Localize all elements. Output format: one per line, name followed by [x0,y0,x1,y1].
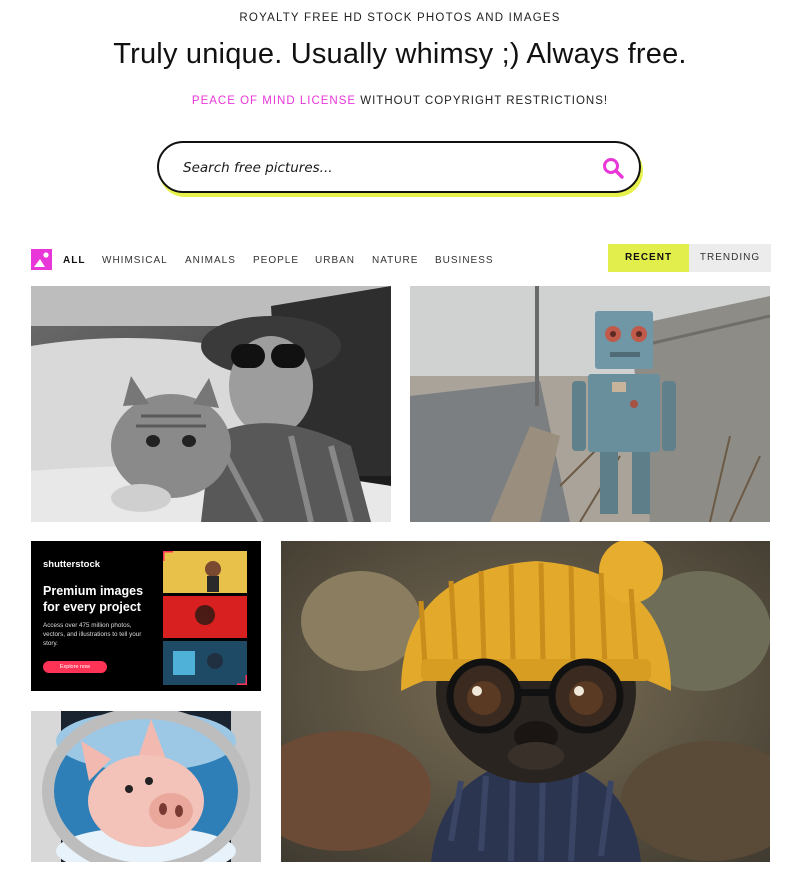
license-link[interactable]: PEACE OF MIND LICENSE [192,95,356,107]
photo-pig-airplane-window[interactable] [31,711,261,862]
category-business[interactable]: BUSINESS [435,255,494,266]
category-filter-bar: ALL WHIMSICAL ANIMALS PEOPLE URBAN NATUR… [31,244,771,274]
photo-robot-roadside[interactable] [410,286,770,522]
search-input[interactable] [181,155,585,181]
ad-image-collage [163,551,247,685]
ad-title: Premium images for every project [43,584,144,614]
search-box [157,141,641,193]
site-eyebrow: ROYALTY FREE HD STOCK PHOTOS AND IMAGES [239,12,561,24]
photo-dog-glasses-beanie[interactable] [281,541,770,862]
category-all[interactable]: ALL [63,255,85,266]
category-whimsical[interactable]: WHIMSICAL [102,255,168,266]
category-nature[interactable]: NATURE [372,255,418,266]
ad-cta-button[interactable]: Explore now [43,661,107,673]
category-people[interactable]: PEOPLE [253,255,299,266]
license-text: WITHOUT COPYRIGHT RESTRICTIONS! [356,95,609,107]
sort-recent-button[interactable]: RECENT [608,244,689,272]
ad-brand: shutterstock [43,559,101,570]
search-icon[interactable] [601,156,625,180]
ad-body: Access over 475 million photos, vectors,… [43,622,142,647]
category-urban[interactable]: URBAN [315,255,355,266]
sponsored-ad[interactable]: shutterstock Premium images for every pr… [31,541,261,691]
page-headline: Truly unique. Usually whimsy ;) Always f… [113,38,687,70]
license-line: PEACE OF MIND LICENSE WITHOUT COPYRIGHT … [0,95,800,107]
photo-woman-cat-car[interactable] [31,286,391,522]
image-logo-icon[interactable] [31,249,52,270]
sort-trending-button[interactable]: TRENDING [689,244,771,272]
category-animals[interactable]: ANIMALS [185,255,236,266]
